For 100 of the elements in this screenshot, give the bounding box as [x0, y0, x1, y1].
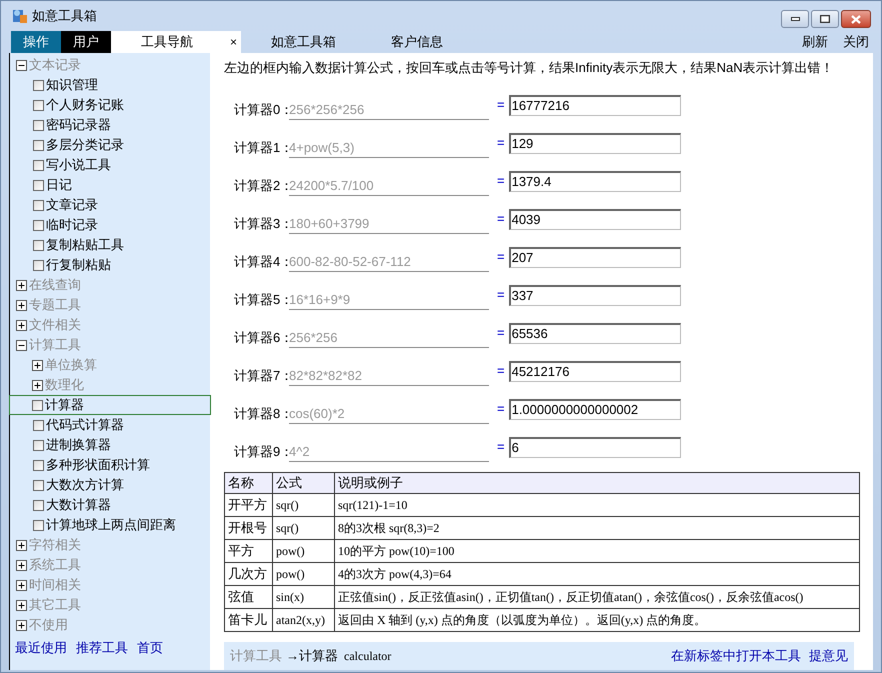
table-cell: 8的3次根 sqr(8,3)=2 [334, 516, 860, 539]
sidebar-link[interactable]: 推荐工具 [76, 638, 128, 658]
tree-item[interactable]: 进制换算器 [10, 435, 210, 455]
tree-item[interactable]: 知识管理 [10, 75, 210, 95]
tree-item[interactable]: 大数次方计算 [10, 475, 210, 495]
formula-field[interactable]: 4^2 [289, 442, 489, 462]
equals-button[interactable]: = [497, 323, 505, 342]
equals-button[interactable]: = [497, 247, 505, 266]
tab[interactable]: 如意工具箱 [241, 31, 361, 53]
equals-button[interactable]: = [497, 361, 505, 380]
checkbox[interactable] [33, 240, 44, 250]
expand-icon[interactable] [16, 280, 27, 290]
calculator-label: 计算器7： [234, 367, 289, 385]
checkbox[interactable] [33, 80, 44, 90]
result-field[interactable]: 6 [508, 436, 681, 458]
equals-button[interactable]: = [497, 209, 505, 228]
result-field[interactable]: 129 [508, 132, 681, 154]
tree-item[interactable]: 密码记录器 [10, 115, 210, 135]
checkbox[interactable] [33, 120, 44, 130]
sidebar-link[interactable]: 首页 [137, 638, 163, 658]
tree-item[interactable]: 写小说工具 [10, 155, 210, 175]
result-field[interactable]: 1.0000000000000002 [508, 398, 681, 420]
formula-field[interactable]: 24200*5.7/100 [289, 176, 489, 196]
checkbox[interactable] [33, 220, 44, 230]
table-cell: pow() [272, 539, 334, 562]
expand-icon[interactable] [16, 540, 27, 550]
toolbar-link[interactable]: 刷新 [802, 32, 828, 52]
tree-item[interactable]: 临时记录 [10, 215, 210, 235]
tree-item[interactable]: 计算地球上两点间距离 [10, 515, 210, 535]
tab[interactable]: 客户信息 [361, 31, 481, 53]
result-field[interactable]: 45212176 [508, 360, 681, 382]
tree-item[interactable]: 多种形状面积计算 [10, 455, 210, 475]
checkbox[interactable] [33, 480, 44, 490]
sidebar-link[interactable]: 最近使用 [15, 638, 67, 658]
close-button[interactable] [841, 10, 871, 28]
equals-button[interactable]: = [497, 171, 505, 190]
formula-field[interactable]: 600-82-80-52-67-112 [289, 252, 489, 272]
equals-button[interactable]: = [497, 437, 505, 456]
calculator-label: 计算器4： [234, 253, 289, 271]
equals-button[interactable]: = [497, 133, 505, 152]
tree-item[interactable]: 代码式计算器 [10, 415, 210, 435]
formula-field[interactable]: 256*256*256 [289, 100, 489, 120]
tree-item[interactable]: 文章记录 [10, 195, 210, 215]
tab-close-button[interactable]: × [230, 33, 237, 51]
tree-item[interactable]: 行复制粘贴 [10, 255, 210, 275]
checkbox[interactable] [33, 180, 44, 190]
checkbox[interactable] [33, 500, 44, 510]
checkbox[interactable] [33, 160, 44, 170]
expand-icon[interactable] [16, 320, 27, 330]
formula-field[interactable]: 180+60+3799 [289, 214, 489, 234]
result-field[interactable]: 65536 [508, 322, 681, 344]
result-field[interactable]: 4039 [508, 208, 681, 230]
formula-field[interactable]: 4+pow(5,3) [289, 138, 489, 158]
checkbox[interactable] [33, 460, 44, 470]
table-header: 公式 [272, 472, 334, 493]
minimize-icon [790, 17, 800, 21]
tab[interactable]: 工具导航 × [111, 31, 241, 53]
menu-button[interactable]: 操作 [11, 31, 61, 53]
formula-field[interactable]: 16*16+9*9 [289, 290, 489, 310]
maximize-button[interactable] [811, 10, 839, 28]
table-header: 名称 [224, 472, 272, 493]
expand-icon[interactable] [16, 300, 27, 310]
checkbox[interactable] [33, 200, 44, 210]
checkbox[interactable] [33, 140, 44, 150]
collapse-icon[interactable] [16, 340, 27, 350]
expand-icon[interactable] [16, 620, 27, 630]
result-field[interactable]: 337 [508, 284, 681, 306]
equals-button[interactable]: = [497, 285, 505, 304]
tree-item[interactable]: 复制粘贴工具 [10, 235, 210, 255]
menu-button[interactable]: 用户 [61, 31, 111, 53]
equals-button[interactable]: = [497, 95, 505, 114]
tree-item[interactable]: 多层分类记录 [10, 135, 210, 155]
expand-icon[interactable] [16, 600, 27, 610]
equals-button[interactable]: = [497, 399, 505, 418]
checkbox[interactable] [33, 260, 44, 270]
result-field[interactable]: 1379.4 [508, 170, 681, 192]
toolbar-link[interactable]: 关闭 [843, 32, 869, 52]
result-field[interactable]: 207 [508, 246, 681, 268]
expand-icon[interactable] [16, 560, 27, 570]
expand-icon[interactable] [32, 360, 43, 370]
checkbox[interactable] [33, 100, 44, 110]
formula-field[interactable]: 82*82*82*82 [289, 366, 489, 386]
footer-link[interactable]: 提意见 [809, 646, 848, 666]
tree-item[interactable]: 日记 [10, 175, 210, 195]
formula-field[interactable]: 256*256 [289, 328, 489, 348]
collapse-icon[interactable] [16, 60, 27, 70]
footer-link[interactable]: 在新标签中打开本工具 [671, 646, 801, 666]
result-field[interactable]: 16777216 [508, 94, 681, 116]
expand-icon[interactable] [32, 380, 43, 390]
tree-item[interactable]: 个人财务记账 [10, 95, 210, 115]
checkbox[interactable] [32, 400, 43, 410]
tree-item[interactable]: 大数计算器 [10, 495, 210, 515]
formula-field[interactable]: cos(60)*2 [289, 404, 489, 424]
expand-icon[interactable] [16, 580, 27, 590]
checkbox[interactable] [33, 420, 44, 430]
minimize-button[interactable] [781, 10, 809, 28]
tree-item[interactable]: 计算器 [9, 395, 211, 415]
checkbox[interactable] [33, 520, 44, 530]
table-cell: pow() [272, 562, 334, 585]
checkbox[interactable] [33, 440, 44, 450]
